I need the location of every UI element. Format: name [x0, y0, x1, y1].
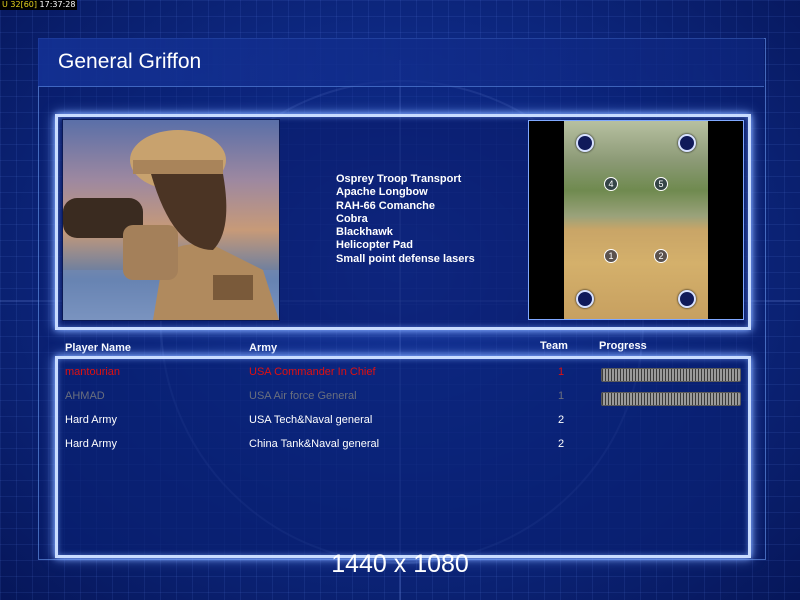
- map-preview: 1 2 4 5: [528, 120, 744, 320]
- player-army: USA Commander In Chief: [249, 366, 376, 378]
- unit-item: Cobra: [336, 212, 368, 225]
- status-overlay: U 32[60] 17:37:28: [0, 0, 78, 10]
- player-row: Hard Army China Tank&Naval general 2: [0, 438, 800, 454]
- unit-item: RAH-66 Comanche: [336, 199, 436, 212]
- player-army: China Tank&Naval general: [249, 438, 380, 450]
- player-army: USA Air force General: [249, 390, 357, 402]
- player-name: Hard Army: [65, 438, 117, 450]
- player-name: mantourian: [65, 366, 121, 378]
- column-header-army: Army: [249, 342, 278, 354]
- player-row: mantourian USA Commander In Chief 1: [0, 366, 800, 382]
- player-name: Hard Army: [65, 414, 117, 426]
- resolution-caption: 1440 x 1080: [331, 550, 469, 578]
- unit-item: Apache Longbow: [336, 186, 428, 199]
- player-team: 2: [558, 414, 565, 426]
- general-unit-list: Osprey Troop Transport Apache Longbow RA…: [336, 173, 475, 266]
- player-name: AHMAD: [65, 390, 105, 402]
- general-portrait: [62, 119, 280, 321]
- unit-item: Blackhawk: [336, 226, 393, 239]
- general-title: General Griffon: [58, 50, 202, 73]
- column-header-progress: Progress: [599, 340, 647, 352]
- unit-item: Helicopter Pad: [336, 239, 414, 252]
- fps-counter: U 32[60]: [2, 0, 37, 9]
- start-position-number: 2: [654, 249, 668, 263]
- start-position-number: 4: [604, 177, 618, 191]
- player-row: AHMAD USA Air force General 1: [0, 390, 800, 406]
- start-position-number: 1: [604, 249, 618, 263]
- player-row: Hard Army USA Tech&Naval general 2: [0, 414, 800, 430]
- player-team: 1: [558, 366, 565, 378]
- start-position-marker: [678, 134, 696, 152]
- player-team: 1: [558, 390, 565, 402]
- clock: 17:37:28: [39, 0, 76, 9]
- player-army: USA Tech&Naval general: [249, 414, 373, 426]
- start-position-marker: [678, 290, 696, 308]
- unit-item: Osprey Troop Transport: [336, 173, 462, 185]
- column-header-team: Team: [540, 340, 568, 352]
- start-position-marker: [576, 134, 594, 152]
- start-position-marker: [576, 290, 594, 308]
- start-position-number: 5: [654, 177, 668, 191]
- column-header-player: Player Name: [65, 342, 132, 354]
- player-team: 2: [558, 438, 565, 450]
- load-progress-bar: [601, 368, 741, 382]
- unit-item: Small point defense lasers: [336, 252, 475, 265]
- player-list-panel: [55, 356, 751, 558]
- load-progress-bar: [601, 392, 741, 406]
